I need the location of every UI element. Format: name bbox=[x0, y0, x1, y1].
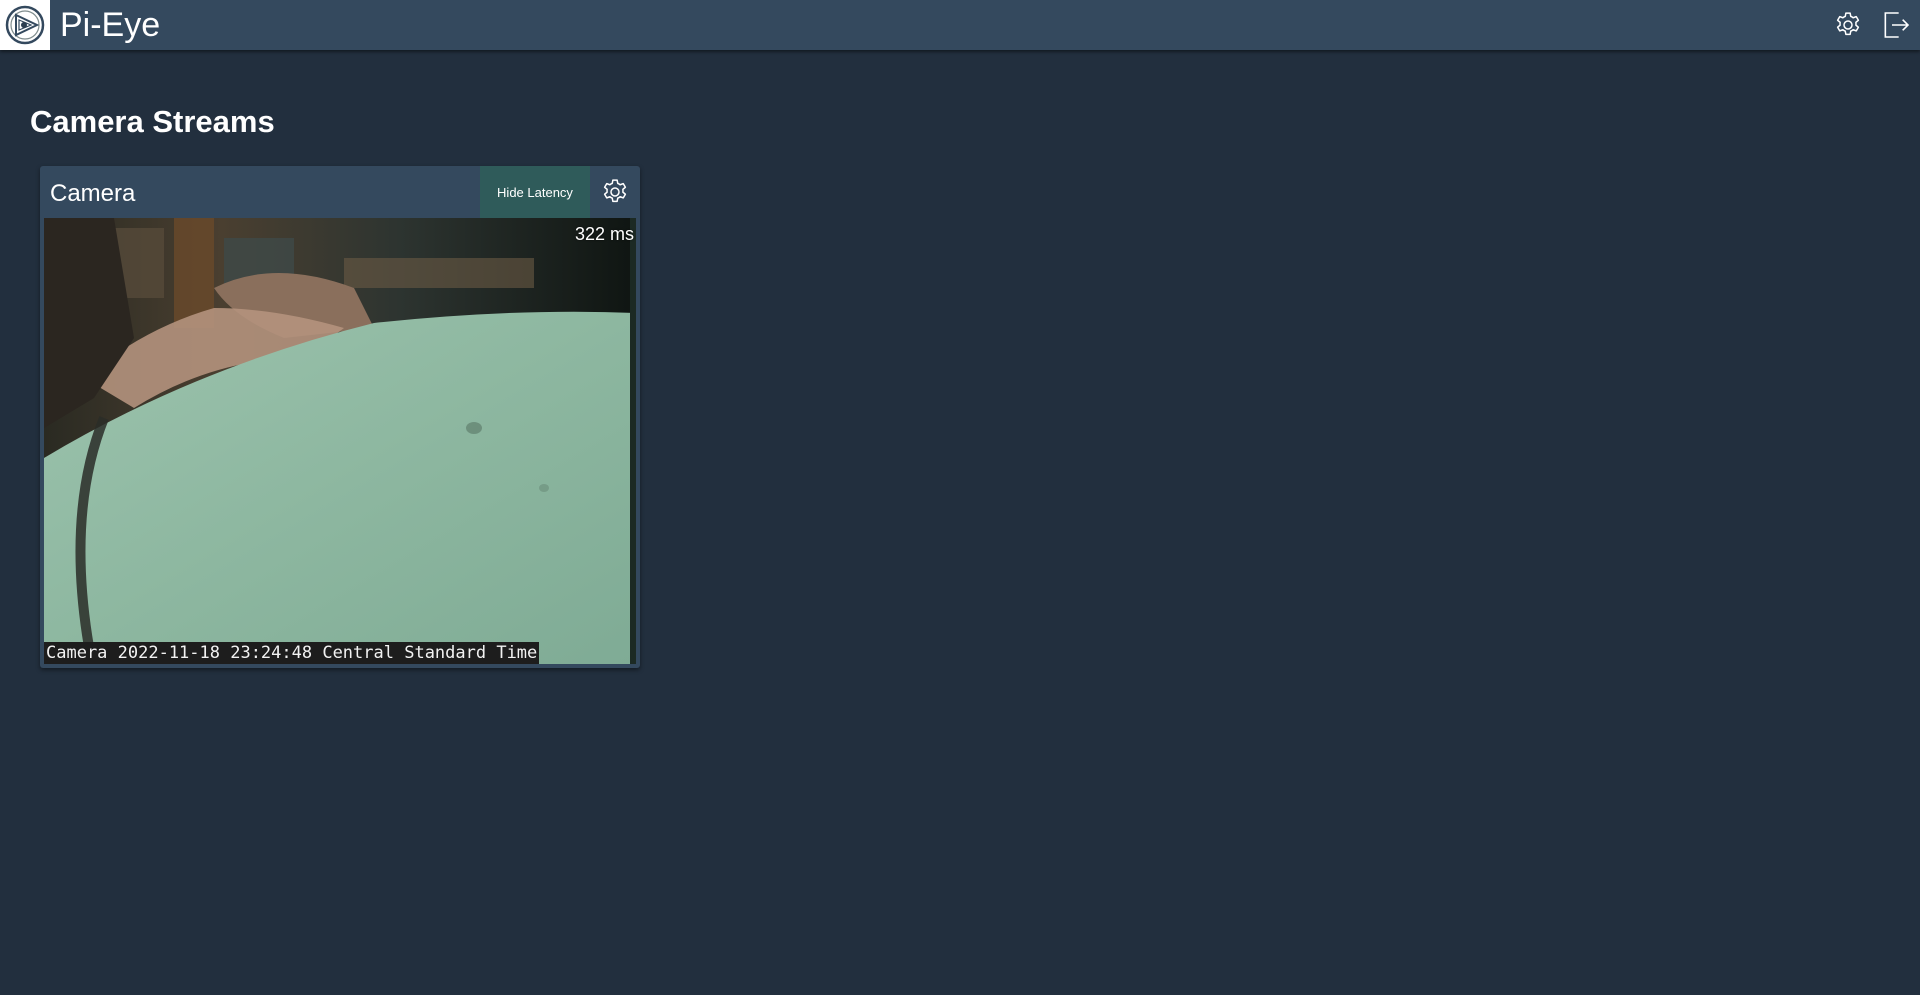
stream-timestamp-overlay: Camera 2022-11-18 23:24:48 Central Stand… bbox=[44, 642, 540, 664]
app-title: Pi-Eye bbox=[60, 6, 161, 44]
hide-latency-button[interactable]: Hide Latency bbox=[480, 166, 590, 218]
topbar-actions bbox=[1824, 0, 1920, 50]
top-bar: Pi-Eye bbox=[0, 0, 1920, 50]
settings-button[interactable] bbox=[1824, 0, 1872, 50]
app-logo[interactable] bbox=[0, 0, 50, 50]
eye-logo-icon bbox=[5, 5, 45, 45]
camera-stream[interactable]: 322 ms Camera 2022-11-18 23:24:48 Centra… bbox=[44, 218, 636, 664]
logout-button[interactable] bbox=[1872, 0, 1920, 50]
latency-readout: 322 ms bbox=[574, 224, 634, 244]
camera-feed-image bbox=[44, 218, 636, 664]
camera-card: Camera Hide Latency 322 ms Camera 2022-1… bbox=[40, 166, 640, 668]
gear-icon bbox=[603, 179, 627, 203]
camera-card-header: Camera Hide Latency bbox=[40, 166, 640, 218]
gear-icon bbox=[1836, 12, 1860, 36]
page-title: Camera Streams bbox=[30, 104, 275, 139]
camera-settings-button[interactable] bbox=[590, 166, 640, 218]
camera-name: Camera bbox=[50, 180, 136, 207]
logout-icon bbox=[1884, 12, 1910, 38]
